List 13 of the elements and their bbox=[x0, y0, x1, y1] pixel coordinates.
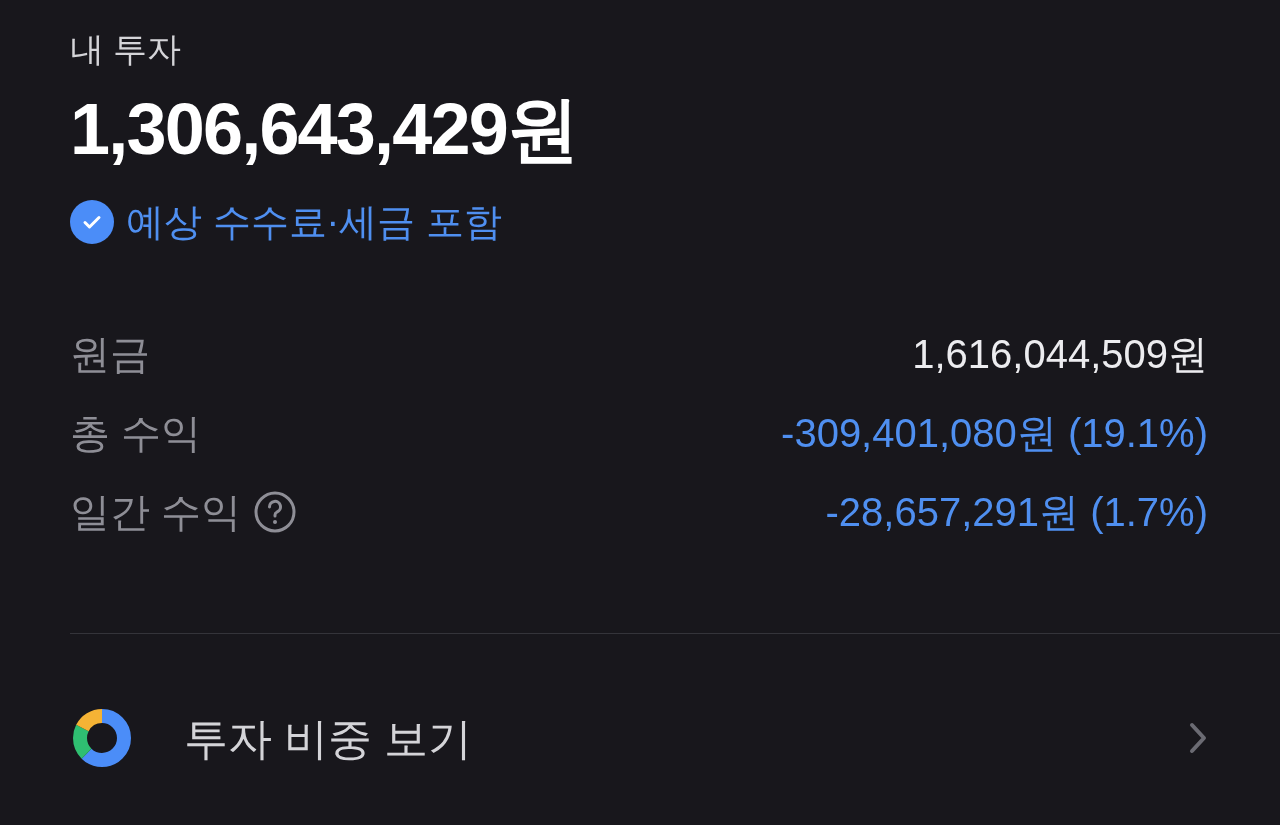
link-label: 투자 비중 보기 bbox=[184, 712, 473, 765]
help-icon[interactable] bbox=[253, 489, 298, 534]
summary-value: -309,401,080원 (19.1%) bbox=[781, 409, 1208, 457]
summary-value: 1,616,044,509원 bbox=[912, 330, 1208, 378]
summary-label: 일간 수익 bbox=[70, 488, 242, 536]
total-amount: 1,306,643,429원 bbox=[70, 92, 578, 165]
summary-label: 총 수익 bbox=[70, 409, 202, 457]
donut-chart-icon bbox=[70, 706, 134, 770]
fee-note: 예상 수수료·세금 포함 bbox=[126, 199, 502, 245]
section-title: 내 투자 bbox=[70, 29, 182, 70]
summary-label: 원금 bbox=[70, 330, 150, 378]
summary-value: -28,657,291원 (1.7%) bbox=[825, 488, 1208, 536]
allocation-link[interactable]: 투자 비중 보기 bbox=[70, 706, 1280, 770]
